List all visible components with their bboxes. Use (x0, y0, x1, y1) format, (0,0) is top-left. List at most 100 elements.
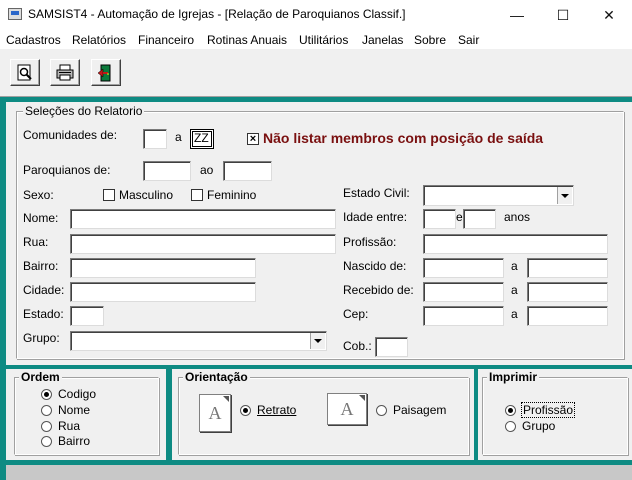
estado-input[interactable] (70, 306, 104, 326)
idade-unit: anos (504, 210, 531, 224)
app-icon (8, 8, 22, 20)
comunidades-sep: a (175, 130, 182, 144)
landscape-page-icon: A (327, 393, 367, 425)
selecoes-panel: Seleções do Relatorio Comunidades de: a … (6, 102, 632, 365)
nascido-sep: a (511, 259, 518, 273)
imprimir-profissao-label: Profissão (520, 402, 576, 418)
menu-cadastros[interactable]: Cadastros (6, 33, 61, 47)
chevron-down-icon[interactable] (557, 187, 572, 204)
feminino-label: Feminino (207, 188, 257, 202)
nome-input[interactable] (70, 209, 336, 229)
page-fold-icon (359, 395, 365, 401)
recebido-sep: a (511, 283, 518, 297)
cep-sep: a (511, 307, 518, 321)
printer-icon (56, 64, 74, 80)
estado-civil-select[interactable] (423, 185, 574, 206)
nome-label: Nome: (23, 211, 59, 225)
ordem-codigo-radio[interactable] (41, 389, 52, 400)
orientacao-title: Orientação (183, 370, 250, 384)
menu-sair[interactable]: Sair (458, 33, 479, 47)
ordem-bairro-radio[interactable] (41, 436, 52, 447)
cob-label: Cob.: (343, 339, 372, 353)
recebido-from-input[interactable] (423, 282, 504, 302)
nao-listar-label: Não listar membros com posição de saída (263, 130, 544, 146)
profissao-input[interactable] (423, 234, 608, 254)
ordem-bairro-label: Bairro (58, 434, 91, 448)
retrato-label: Retrato (257, 403, 297, 417)
nascido-to-input[interactable] (527, 258, 608, 278)
ordem-panel: Ordem Codigo Nome Rua Bairro (6, 369, 166, 460)
paroquianos-sep: ao (200, 163, 214, 177)
paroquianos-from-input[interactable] (143, 161, 191, 181)
cep-label: Cep: (343, 307, 369, 321)
nascido-label: Nascido de: (343, 259, 407, 273)
portrait-letter: A (208, 402, 222, 423)
minimize-button[interactable]: — (494, 0, 540, 30)
menu-rotinas-anuais[interactable]: Rotinas Anuais (207, 33, 287, 47)
ordem-rua-label: Rua (58, 419, 81, 433)
maximize-button[interactable]: ☐ (540, 0, 586, 30)
comunidades-from-input[interactable] (143, 129, 167, 149)
rua-label: Rua: (23, 235, 49, 249)
imprimir-panel: Imprimir Profissão Grupo (478, 369, 632, 460)
sexo-label: Sexo: (23, 188, 54, 202)
grupo-select[interactable] (70, 331, 327, 351)
imprimir-grupo-label: Grupo (522, 419, 556, 433)
preview-icon (17, 64, 32, 80)
chevron-down-icon[interactable] (310, 333, 325, 349)
ordem-nome-radio[interactable] (41, 405, 52, 416)
portrait-page-icon: A (199, 394, 231, 432)
comunidades-label: Comunidades de: (23, 128, 118, 142)
imprimir-profissao-radio[interactable] (505, 405, 516, 416)
imprimir-grupo-radio[interactable] (505, 421, 516, 432)
cob-input[interactable] (375, 337, 408, 357)
menu-relatorios[interactable]: Relatórios (72, 33, 126, 47)
comunidades-to-input[interactable]: ZZ (190, 129, 214, 149)
estado-label: Estado: (23, 307, 64, 321)
nao-listar-checkbox[interactable]: × (247, 133, 259, 145)
grupo-label: Grupo: (23, 331, 60, 345)
rua-input[interactable] (70, 234, 336, 254)
feminino-checkbox[interactable] (191, 189, 203, 201)
idade-sep: e (456, 210, 463, 224)
menu-janelas[interactable]: Janelas (362, 33, 403, 47)
exit-button[interactable] (91, 59, 121, 86)
ordem-title: Ordem (19, 370, 62, 384)
cidade-input[interactable] (70, 282, 256, 302)
idade-label: Idade entre: (343, 210, 408, 224)
menu-sobre[interactable]: Sobre (414, 33, 446, 47)
masculino-label: Masculino (119, 188, 174, 202)
toolbar (0, 49, 632, 97)
idade-to-input[interactable] (463, 209, 496, 229)
status-bar (6, 465, 632, 480)
bairro-label: Bairro: (23, 259, 59, 273)
orientacao-panel: Orientação A Retrato A Paisagem (172, 369, 474, 460)
title-bar: SAMSIST4 - Automação de Igrejas - [Relaç… (0, 0, 632, 30)
profissao-label: Profissão: (343, 235, 397, 249)
exit-door-icon (97, 64, 111, 81)
preview-button[interactable] (10, 59, 40, 86)
print-button[interactable] (50, 59, 80, 86)
recebido-to-input[interactable] (527, 282, 608, 302)
ordem-rua-radio[interactable] (41, 421, 52, 432)
masculino-checkbox[interactable] (103, 189, 115, 201)
page-fold-icon (223, 396, 229, 402)
cep-from-input[interactable] (423, 306, 504, 326)
paroquianos-to-input[interactable] (223, 161, 272, 181)
estado-civil-label: Estado Civil: (343, 186, 410, 200)
landscape-letter: A (340, 398, 354, 419)
window-title: SAMSIST4 - Automação de Igrejas - [Relaç… (28, 7, 406, 21)
menu-utilitarios[interactable]: Utilitários (299, 33, 348, 47)
bairro-input[interactable] (70, 258, 256, 278)
selecoes-title: Seleções do Relatorio (23, 104, 145, 118)
ordem-nome-label: Nome (58, 403, 91, 417)
menu-financeiro[interactable]: Financeiro (138, 33, 194, 47)
recebido-label: Recebido de: (343, 283, 414, 297)
close-button[interactable]: ✕ (586, 0, 632, 30)
paisagem-radio[interactable] (376, 405, 387, 416)
cep-to-input[interactable] (527, 306, 608, 326)
idade-from-input[interactable] (423, 209, 456, 229)
nascido-from-input[interactable] (423, 258, 504, 278)
retrato-radio[interactable] (240, 405, 251, 416)
cidade-label: Cidade: (23, 283, 65, 297)
